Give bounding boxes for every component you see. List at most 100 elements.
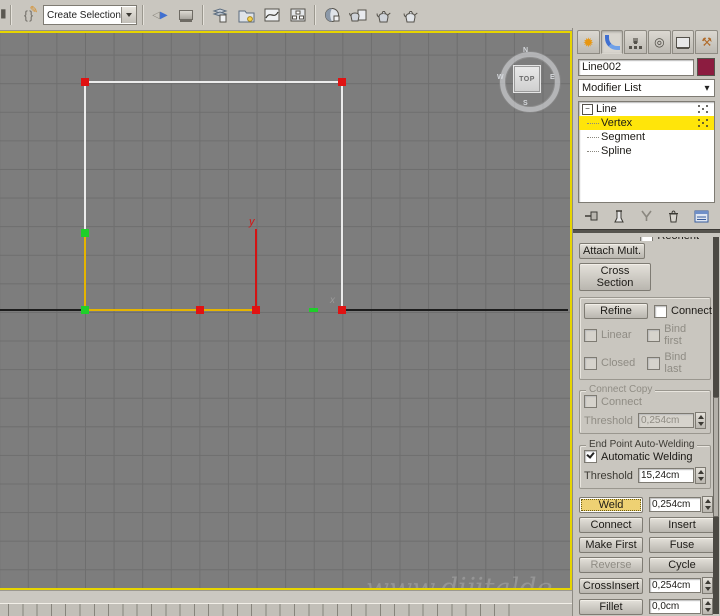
fillet-button[interactable]: Fillet xyxy=(579,598,643,615)
spinner-control[interactable] xyxy=(695,467,706,484)
connect-copy-group: Connect Copy Connect Threshold 0,254cm xyxy=(579,384,711,434)
mirror-icon[interactable]: ◁ ▶ xyxy=(148,3,172,27)
make-first-button[interactable]: Make First xyxy=(579,537,643,553)
spinner-control[interactable] xyxy=(702,496,713,513)
material-editor-icon[interactable] xyxy=(320,3,344,27)
closed-checkbox[interactable]: Closed xyxy=(584,356,641,370)
stack-item-segment[interactable]: Segment xyxy=(579,130,714,144)
object-color-swatch[interactable] xyxy=(697,58,715,76)
show-end-result-icon[interactable] xyxy=(610,208,628,224)
rollout-separator xyxy=(573,229,720,233)
tab-hierarchy[interactable] xyxy=(624,30,648,54)
tab-utilities[interactable]: ⚒ xyxy=(695,30,719,54)
gizmo-y-label: y xyxy=(248,216,256,228)
remove-modifier-icon[interactable] xyxy=(665,208,683,224)
make-unique-icon[interactable] xyxy=(638,208,656,224)
collapse-icon[interactable]: − xyxy=(582,103,593,115)
tab-display[interactable] xyxy=(671,30,695,54)
stack-item-vertex[interactable]: Vertex xyxy=(579,116,714,130)
vertex-selected[interactable] xyxy=(338,306,346,314)
fuse-button[interactable]: Fuse xyxy=(649,537,713,553)
spinner-control[interactable] xyxy=(702,598,713,615)
render-production-icon[interactable] xyxy=(398,3,422,27)
crossinsert-button[interactable]: CrossInsert xyxy=(579,577,643,594)
stack-toolbar xyxy=(583,208,710,224)
vertex-endpoint[interactable] xyxy=(81,229,89,237)
tab-modify[interactable] xyxy=(600,30,624,54)
viewport-top[interactable]: y x TOP N E S W www.dijitalde xyxy=(0,31,572,590)
subobject-dots-icon xyxy=(698,119,710,127)
configure-modifier-sets-icon[interactable] xyxy=(692,208,710,224)
attach-mult-button[interactable]: Attach Mult. xyxy=(579,243,645,259)
watermark-text: www.dijitalde xyxy=(366,573,553,590)
weld-threshold-field[interactable]: 0,254cm xyxy=(649,497,701,512)
reorient-checkbox[interactable]: Reorient xyxy=(640,237,699,241)
linear-checkbox[interactable]: Linear xyxy=(584,328,641,342)
modify-arc-icon xyxy=(604,34,620,50)
selection-set-dropdown[interactable]: Create Selection Se xyxy=(43,5,137,25)
viewcube-east[interactable]: E xyxy=(550,74,555,81)
connect-checkbox[interactable]: Connect xyxy=(654,304,712,318)
schematic-view-icon[interactable] xyxy=(286,3,310,27)
end-point-auto-welding-group: End Point Auto-Welding Automatic Welding… xyxy=(579,439,711,489)
layer-manager-icon[interactable] xyxy=(208,3,232,27)
vertex-endpoint[interactable] xyxy=(81,306,89,314)
tab-create[interactable]: ✹ xyxy=(577,30,600,54)
weld-button[interactable]: Weld xyxy=(579,496,643,513)
fillet-field[interactable]: 0,0cm xyxy=(649,599,701,614)
stack-item-spline[interactable]: Spline xyxy=(579,144,714,158)
spinner-control[interactable] xyxy=(695,412,706,429)
vertex-selected[interactable] xyxy=(252,306,260,314)
viewcube-face-top[interactable]: TOP xyxy=(514,66,540,92)
graphite-toggle-icon[interactable] xyxy=(234,3,258,27)
toolbar-separator xyxy=(202,5,204,25)
spline-segment-unselected[interactable] xyxy=(84,81,343,310)
auto-weld-threshold-field[interactable]: 15,24cm xyxy=(638,468,694,483)
pin-stack-icon[interactable] xyxy=(583,208,601,224)
hierarchy-icon xyxy=(634,40,638,44)
refine-button[interactable]: Refine xyxy=(584,303,648,319)
viewcube-west[interactable]: W xyxy=(497,74,504,81)
vertex-selected[interactable] xyxy=(196,306,204,314)
stack-item-line[interactable]: − Line xyxy=(579,102,714,116)
connect-copy-threshold-field[interactable]: 0,254cm xyxy=(638,413,694,428)
vertex-endpoint-tick[interactable] xyxy=(309,308,318,312)
bind-last-checkbox[interactable]: Bind last xyxy=(647,351,706,375)
gizmo-x-label: x xyxy=(329,295,336,306)
named-selection-sets-icon[interactable]: { } ✎ xyxy=(16,3,40,27)
spinner-control[interactable] xyxy=(702,577,713,594)
viewcube[interactable]: TOP N E S W xyxy=(497,47,560,112)
toolbar-separator xyxy=(314,5,316,25)
rendered-frame-window-icon[interactable] xyxy=(372,3,396,27)
clipped-toolbar-icon[interactable]: ▮ xyxy=(0,6,7,24)
threshold-label: Threshold xyxy=(584,414,633,427)
spline-segment-selected[interactable] xyxy=(84,233,256,311)
viewcube-south[interactable]: S xyxy=(523,100,528,107)
track-bar-ruler[interactable] xyxy=(0,603,572,616)
modifier-list-dropdown[interactable]: Modifier List ▾ xyxy=(578,79,715,97)
cross-section-button[interactable]: Cross Section xyxy=(579,263,651,291)
connect-copy-checkbox[interactable]: Connect xyxy=(584,395,642,408)
tab-motion[interactable]: ◎ xyxy=(648,30,671,54)
object-name-field[interactable]: Line002 xyxy=(578,58,694,76)
threshold-label: Threshold xyxy=(584,469,633,482)
bind-first-checkbox[interactable]: Bind first xyxy=(647,323,706,347)
toolbar-separator xyxy=(142,5,144,25)
connect-button[interactable]: Connect xyxy=(579,517,643,533)
reverse-button[interactable]: Reverse xyxy=(579,557,643,573)
cycle-button[interactable]: Cycle xyxy=(649,557,713,573)
main-toolbar: ▮ { } ✎ Create Selection Se ◁▶ xyxy=(0,0,720,31)
rollout-scrollbar[interactable] xyxy=(713,237,719,614)
chevron-down-icon[interactable] xyxy=(121,7,136,23)
display-monitor-icon xyxy=(676,36,691,48)
scrollbar-thumb[interactable] xyxy=(713,397,719,517)
align-icon[interactable] xyxy=(174,3,198,27)
automatic-welding-checkbox[interactable]: Automatic Welding xyxy=(584,450,693,463)
vertex-selected[interactable] xyxy=(81,78,89,86)
insert-button[interactable]: Insert xyxy=(649,517,713,533)
crossinsert-field[interactable]: 0,254cm xyxy=(649,578,701,593)
vertex-selected[interactable] xyxy=(338,78,346,86)
viewcube-north[interactable]: N xyxy=(523,47,528,54)
curve-editor-icon[interactable] xyxy=(260,3,284,27)
render-setup-icon[interactable] xyxy=(346,3,370,27)
